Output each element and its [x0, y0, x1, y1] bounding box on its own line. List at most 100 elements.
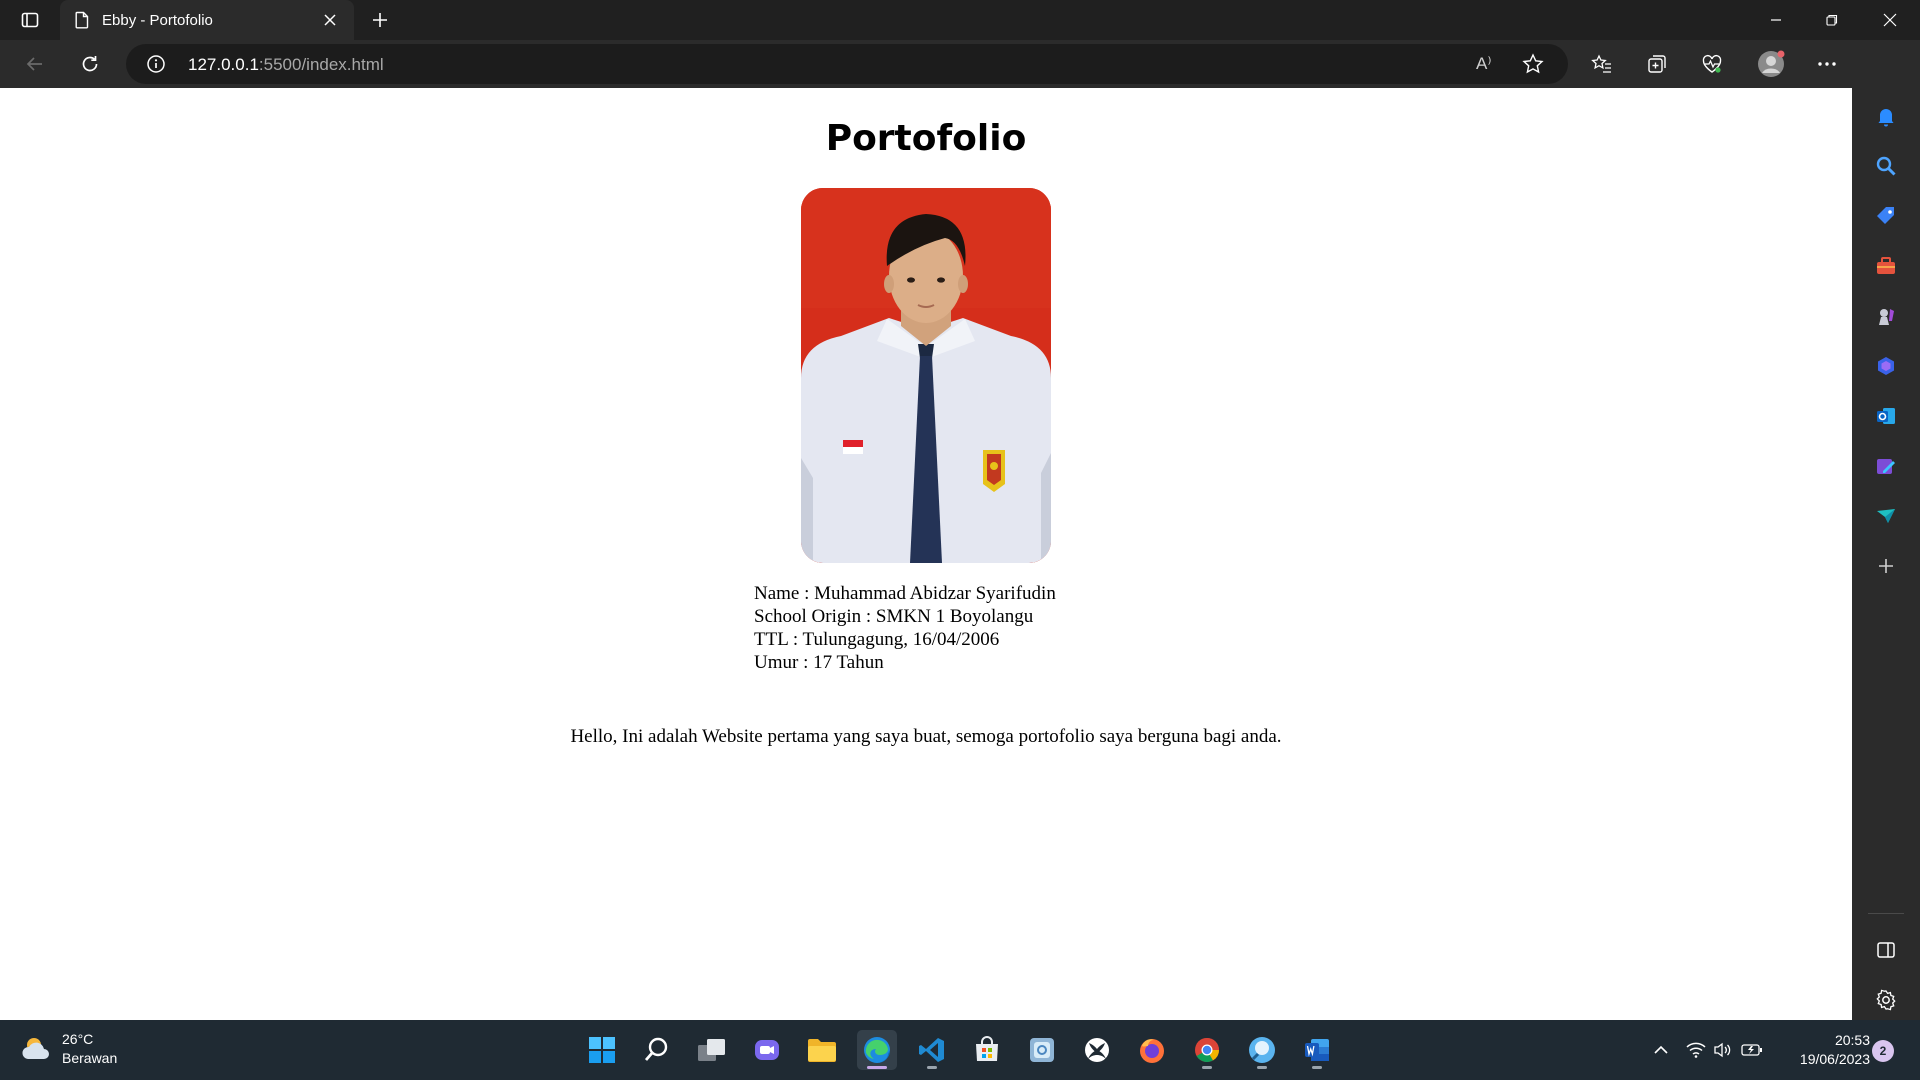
- edge-button[interactable]: [857, 1030, 897, 1070]
- refresh-button[interactable]: [73, 48, 107, 80]
- photos-button[interactable]: [1022, 1030, 1062, 1070]
- ellipsis-icon: [1818, 62, 1836, 66]
- title-bar: Ebby - Portofolio: [0, 0, 1920, 40]
- back-arrow-icon: [26, 57, 42, 71]
- tab-title: Ebby - Portofolio: [102, 11, 213, 29]
- restore-button[interactable]: [1804, 0, 1860, 40]
- url-text[interactable]: 127.0.0.1:5500/index.html: [188, 55, 384, 75]
- microsoft-365-icon[interactable]: [1870, 350, 1902, 382]
- site-info-icon[interactable]: [146, 54, 166, 79]
- favorites-button[interactable]: [1585, 48, 1619, 80]
- split-screen-icon[interactable]: [1870, 934, 1902, 966]
- clock[interactable]: 20:53 19/06/2023: [1770, 1031, 1870, 1069]
- refresh-icon: [82, 56, 98, 72]
- favorites-list-icon: [1591, 54, 1611, 73]
- notification-badge[interactable]: 2: [1872, 1040, 1894, 1062]
- settings-icon[interactable]: [1870, 984, 1902, 1016]
- weather-widget[interactable]: 26°C Berawan: [20, 1030, 117, 1068]
- page-icon: [75, 11, 89, 29]
- collections-button[interactable]: [1640, 48, 1674, 80]
- sidebar-divider: [1868, 913, 1904, 914]
- battery-icon: [1741, 1044, 1762, 1056]
- info-school-origin: School Origin : SMKN 1 Boyolangu: [754, 606, 1034, 627]
- intro-paragraph: Hello, Ini adalah Website pertama yang s…: [570, 726, 1282, 747]
- tools-icon[interactable]: [1870, 250, 1902, 282]
- vscode-button[interactable]: [912, 1030, 952, 1070]
- taskbar-search-button[interactable]: [637, 1030, 677, 1070]
- drop-icon[interactable]: [1870, 500, 1902, 532]
- active-indicator: [867, 1066, 887, 1069]
- chrome-button[interactable]: [1187, 1030, 1227, 1070]
- store-button[interactable]: [967, 1030, 1007, 1070]
- wifi-icon: [1686, 1042, 1706, 1058]
- new-tab-button[interactable]: [366, 6, 394, 34]
- web-page: Portofolio Name: Muhammad Abidzar Syari…: [0, 88, 1852, 1020]
- teams-chat-button[interactable]: [747, 1030, 787, 1070]
- tab-active[interactable]: Ebby - Portofolio: [60, 0, 354, 40]
- outlook-icon[interactable]: [1870, 400, 1902, 432]
- weather-temp: 26°C: [62, 1031, 94, 1047]
- search-icon[interactable]: [1870, 150, 1902, 182]
- task-view-button[interactable]: [692, 1030, 732, 1070]
- folder-icon: [808, 1039, 836, 1062]
- more-options-button[interactable]: [1810, 48, 1844, 80]
- firefox-button[interactable]: [1132, 1030, 1172, 1070]
- minimize-icon: [1771, 19, 1781, 21]
- url-host: 127.0.0.1: [188, 55, 259, 74]
- word-button[interactable]: [1297, 1030, 1337, 1070]
- task-view-icon: [698, 1039, 725, 1061]
- xbox-button[interactable]: [1077, 1030, 1117, 1070]
- lens-button[interactable]: [1242, 1030, 1282, 1070]
- clock-date: 19/06/2023: [1799, 1051, 1870, 1067]
- close-icon: [324, 14, 336, 26]
- collections-icon: [1648, 55, 1666, 73]
- word-icon: [1305, 1039, 1329, 1061]
- battery-button[interactable]: [1740, 1038, 1764, 1062]
- toolbar: 127.0.0.1:5500/index.html A⁾: [0, 40, 1920, 88]
- avatar-icon: [1758, 50, 1785, 77]
- restore-icon: [1826, 14, 1838, 26]
- page-title: Portofolio: [825, 118, 1027, 159]
- running-indicator: [927, 1066, 937, 1069]
- close-window-button[interactable]: [1862, 0, 1918, 40]
- read-aloud-icon[interactable]: A⁾: [1476, 54, 1492, 74]
- tab-close-button[interactable]: [318, 8, 342, 32]
- show-hidden-icons-button[interactable]: [1649, 1038, 1673, 1062]
- store-icon: [976, 1036, 998, 1061]
- minimize-button[interactable]: [1748, 0, 1804, 40]
- screen: Ebby - Portofolio 127.0.0.1:5500/index.h…: [0, 0, 1920, 1080]
- browser-essentials-button[interactable]: [1695, 48, 1729, 80]
- close-icon: [1883, 13, 1897, 27]
- start-button[interactable]: [582, 1030, 622, 1070]
- bell-icon[interactable]: [1870, 100, 1902, 132]
- profile-button[interactable]: [1753, 48, 1789, 80]
- volume-button[interactable]: [1711, 1038, 1735, 1062]
- info-ttl: TTL : Tulungagung, 16/04/2006: [754, 629, 1000, 650]
- back-button[interactable]: [18, 48, 52, 80]
- lens-icon: [1249, 1037, 1275, 1063]
- firefox-icon: [1140, 1039, 1164, 1063]
- info-name: Name : Muhammad Abidzar Syarifudin: [754, 583, 1056, 604]
- running-indicator: [1202, 1066, 1212, 1069]
- games-icon[interactable]: [1870, 300, 1902, 332]
- profile-photo: [801, 188, 1051, 563]
- search-icon: [644, 1037, 668, 1061]
- weather-condition: Berawan: [62, 1050, 118, 1066]
- speaker-icon: [1714, 1042, 1731, 1058]
- photos-icon: [1030, 1038, 1054, 1062]
- chevron-up-icon: [1654, 1045, 1668, 1054]
- info-age: Umur : 17 Tahun: [754, 652, 884, 673]
- designer-icon[interactable]: [1870, 450, 1902, 482]
- profile-info: Name : Muhammad Abidzar Syarifudin Schoo…: [754, 582, 1056, 674]
- wifi-button[interactable]: [1684, 1038, 1708, 1062]
- shopping-tag-icon[interactable]: [1870, 200, 1902, 232]
- weather-cloud-sun-icon: [22, 1038, 49, 1059]
- url-path: :5500/index.html: [258, 55, 384, 74]
- taskbar: 26°C Berawan 20:53 19/06/2023 2: [0, 1020, 1920, 1080]
- tab-actions-button[interactable]: [14, 8, 46, 32]
- file-explorer-button[interactable]: [802, 1030, 842, 1070]
- favorite-star-icon[interactable]: [1522, 53, 1544, 80]
- windows-logo-icon: [589, 1037, 615, 1063]
- add-icon[interactable]: [1870, 550, 1902, 582]
- address-bar[interactable]: 127.0.0.1:5500/index.html A⁾: [126, 44, 1568, 84]
